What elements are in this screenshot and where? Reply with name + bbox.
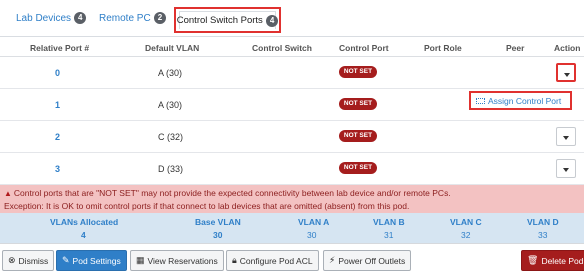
tab-lab-devices-label: Lab Devices bbox=[16, 12, 72, 24]
tab-lab-devices-count-badge: 4 bbox=[74, 12, 87, 24]
tab-control-switch-ports[interactable]: Control Switch Ports 4 bbox=[174, 7, 281, 33]
view-reservations-label: View Reservations bbox=[147, 255, 218, 266]
not-set-badge: NOT SET bbox=[339, 98, 377, 110]
assign-control-port-label: Assign Control Port bbox=[488, 95, 562, 106]
trash-icon: 🗑︎ bbox=[527, 255, 539, 265]
header-port-role: Port Role bbox=[424, 43, 462, 53]
tab-bar: Lab Devices 4 Remote PC 2 Control Switch… bbox=[0, 0, 584, 37]
vlan-a-value: 30 bbox=[307, 230, 317, 240]
default-vlan-cell: A (30) bbox=[158, 68, 183, 78]
plug-icon: ⚡︎ bbox=[329, 255, 336, 265]
warning-alert: ▲ Control ports that are "NOT SET" may no… bbox=[0, 185, 584, 213]
header-control-port: Control Port bbox=[339, 43, 389, 53]
warning-line-1: Control ports that are "NOT SET" may not… bbox=[13, 188, 451, 198]
tab-remote-pc[interactable]: Remote PC 2 bbox=[99, 12, 167, 24]
default-vlan-cell: C (32) bbox=[158, 132, 184, 142]
vlans-allocated-label: VLANs Allocated bbox=[50, 217, 119, 227]
base-vlan-value: 30 bbox=[213, 230, 223, 240]
vlan-c-label: VLAN C bbox=[450, 217, 482, 227]
not-set-badge: NOT SET bbox=[339, 66, 377, 78]
row-action-dropdown[interactable] bbox=[556, 63, 576, 82]
pod-settings-label: Pod Settings bbox=[72, 255, 121, 266]
vlan-c-value: 32 bbox=[461, 230, 471, 240]
tab-control-switch-ports-count-badge: 4 bbox=[265, 14, 279, 27]
delete-pod-label: Delete Pod bbox=[541, 255, 584, 266]
action-menu: Assign Control Port bbox=[469, 91, 572, 110]
configure-pod-acl-label: Configure Pod ACL bbox=[239, 255, 313, 266]
dismiss-label: Dismiss bbox=[18, 255, 49, 266]
tab-lab-devices[interactable]: Lab Devices 4 bbox=[16, 12, 87, 24]
configure-pod-acl-button[interactable]: 🔒︎ Configure Pod ACL bbox=[226, 250, 319, 271]
table-row: 3 D (33) NOT SET bbox=[0, 153, 584, 185]
not-set-badge: NOT SET bbox=[339, 130, 377, 142]
chevron-down-icon bbox=[564, 73, 570, 77]
default-vlan-cell: A (30) bbox=[158, 100, 183, 110]
vlan-summary: VLANs Allocated 4 Base VLAN 30 VLAN A 30… bbox=[0, 213, 584, 243]
vlans-allocated-value: 4 bbox=[81, 230, 86, 240]
view-reservations-button[interactable]: ▦ View Reservations bbox=[130, 250, 224, 271]
power-off-outlets-label: Power Off Outlets bbox=[338, 255, 406, 266]
delete-pod-button[interactable]: 🗑︎ Delete Pod bbox=[521, 250, 584, 271]
header-action: Action bbox=[554, 43, 581, 53]
header-control-switch: Control Switch bbox=[252, 43, 312, 53]
lock-icon: 🔒︎ bbox=[232, 255, 237, 265]
chevron-down-icon bbox=[563, 168, 569, 172]
relative-port-cell[interactable]: 3 bbox=[55, 164, 60, 174]
row-action-dropdown[interactable] bbox=[556, 159, 576, 178]
chevron-down-icon bbox=[563, 136, 569, 140]
table-header: Relative Port # Default VLAN Control Swi… bbox=[0, 38, 584, 57]
calendar-icon: ▦ bbox=[136, 255, 145, 265]
pod-settings-button[interactable]: ✎ Pod Settings bbox=[56, 250, 127, 271]
vlan-a-label: VLAN A bbox=[298, 217, 330, 227]
vlan-b-value: 31 bbox=[384, 230, 394, 240]
header-default-vlan: Default VLAN bbox=[145, 43, 200, 53]
assign-icon bbox=[476, 97, 485, 104]
warning-line-2: Exception: It is OK to omit control port… bbox=[4, 201, 410, 211]
table-row: 2 C (32) NOT SET bbox=[0, 121, 584, 153]
tab-remote-pc-label: Remote PC bbox=[99, 12, 151, 24]
dismiss-button[interactable]: ⊗ Dismiss bbox=[2, 250, 55, 271]
header-peer: Peer bbox=[506, 43, 525, 53]
tab-remote-pc-count-badge: 2 bbox=[153, 12, 167, 24]
warning-icon: ▲ bbox=[4, 189, 12, 198]
edit-icon: ✎ bbox=[62, 255, 70, 265]
header-relative-port: Relative Port # bbox=[30, 43, 90, 53]
dismiss-icon: ⊗ bbox=[8, 255, 16, 265]
assign-control-port-menu-item[interactable]: Assign Control Port bbox=[471, 93, 570, 108]
vlan-d-label: VLAN D bbox=[527, 217, 559, 227]
row-action-dropdown[interactable] bbox=[556, 127, 576, 146]
default-vlan-cell: D (33) bbox=[158, 164, 184, 174]
vlan-d-value: 33 bbox=[538, 230, 548, 240]
footer-toolbar: ⊗ Dismiss ✎ Pod Settings ▦ View Reservat… bbox=[0, 243, 584, 275]
power-off-outlets-button[interactable]: ⚡︎ Power Off Outlets bbox=[323, 250, 412, 271]
relative-port-cell[interactable]: 2 bbox=[55, 132, 60, 142]
relative-port-cell[interactable]: 1 bbox=[55, 100, 60, 110]
not-set-badge: NOT SET bbox=[339, 162, 377, 174]
base-vlan-label: Base VLAN bbox=[195, 217, 241, 227]
tab-control-switch-ports-label: Control Switch Ports bbox=[176, 15, 263, 26]
table-row: 0 A (30) NOT SET bbox=[0, 57, 584, 89]
relative-port-cell[interactable]: 0 bbox=[55, 68, 60, 78]
vlan-b-label: VLAN B bbox=[373, 217, 405, 227]
